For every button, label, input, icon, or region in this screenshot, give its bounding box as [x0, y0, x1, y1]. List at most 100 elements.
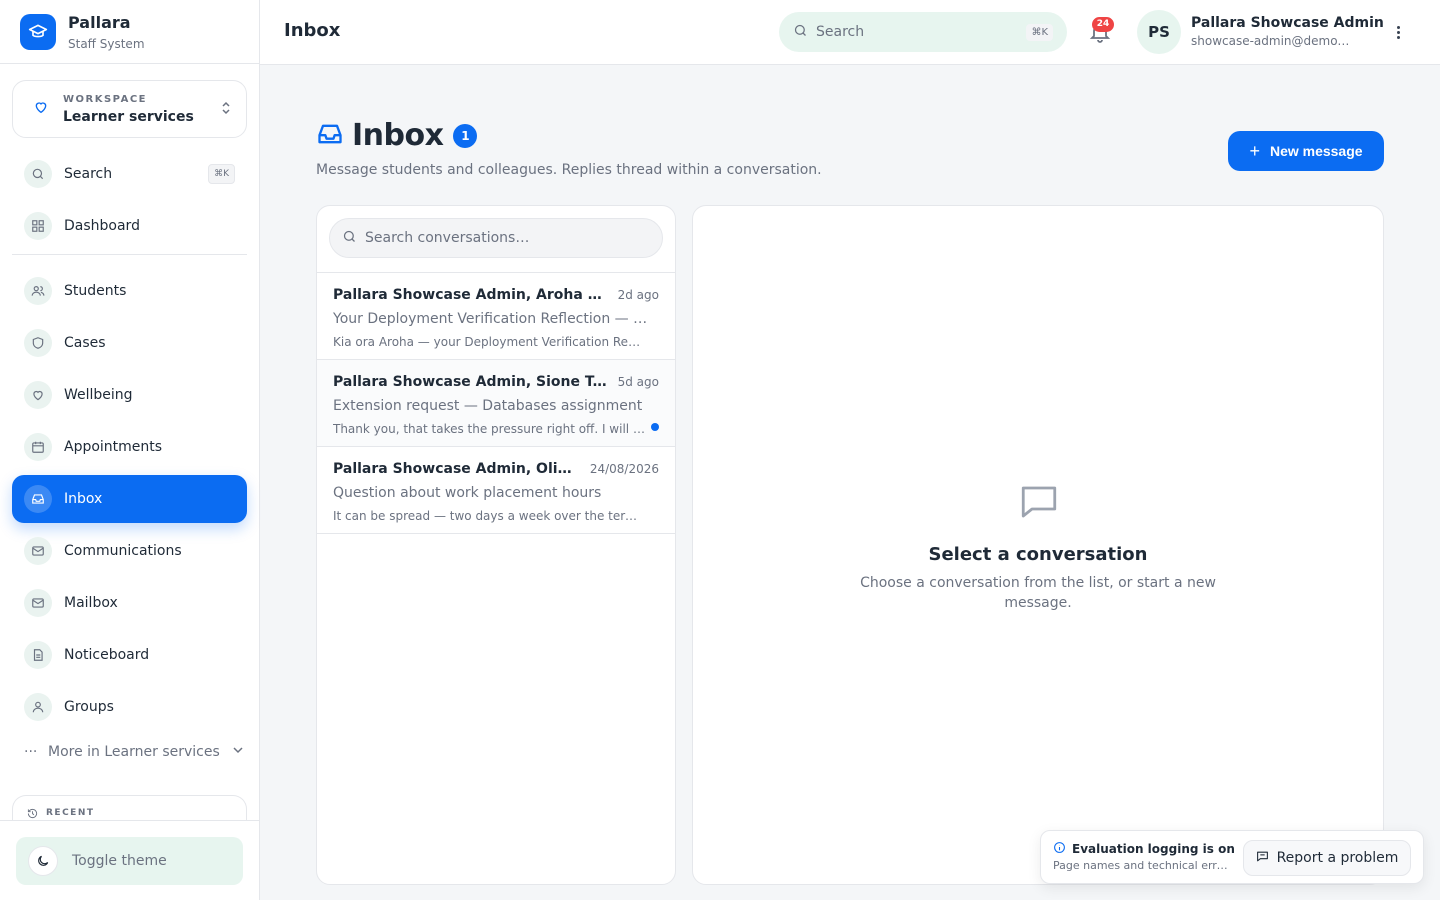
- page-heading-title: Inbox: [352, 118, 444, 153]
- shield-icon: [24, 329, 52, 357]
- page-heading: Inbox 1: [316, 118, 478, 153]
- avatar[interactable]: PS: [1137, 10, 1181, 54]
- workspace-label: WORKSPACE: [63, 93, 148, 105]
- sidebar-item-label: Communications: [64, 543, 182, 559]
- more-in-workspace[interactable]: ··· More in Learner services: [24, 742, 244, 762]
- chevron-down-icon: [232, 744, 244, 760]
- shortcut-badge: ⌘K: [208, 164, 235, 184]
- search-icon: [342, 229, 357, 248]
- toggle-theme-label: Toggle theme: [72, 853, 167, 869]
- unread-count-badge: 1: [453, 123, 478, 148]
- recent-label: RECENT: [46, 808, 95, 818]
- empty-state-subtitle: Choose a conversation from the list, or …: [860, 575, 1216, 611]
- inbox-icon: [24, 485, 52, 513]
- sidebar-item-inbox[interactable]: Inbox: [12, 475, 247, 523]
- more-options-icon[interactable]: [1388, 22, 1408, 42]
- notification-count-badge: 24: [1092, 17, 1114, 32]
- sidebar-item-label: Students: [64, 283, 127, 299]
- users-icon: [24, 277, 52, 305]
- search-icon: [793, 23, 808, 42]
- sidebar-item-label: Dashboard: [64, 218, 140, 234]
- conversation-date: 2d ago: [617, 288, 659, 302]
- mail-icon: [24, 537, 52, 565]
- conversation-row[interactable]: Pallara Showcase Admin, Sione Taufa 5d a…: [317, 360, 675, 447]
- sidebar-item-label: Inbox: [64, 491, 103, 507]
- sidebar-item-search[interactable]: Search ⌘K: [12, 150, 247, 198]
- sidebar-item-groups[interactable]: Groups: [12, 683, 247, 731]
- recent-section: RECENT: [12, 795, 247, 821]
- search-placeholder: Search: [816, 24, 865, 40]
- conversation-date: 24/08/2026: [589, 462, 659, 476]
- global-search[interactable]: Search ⌘K: [779, 12, 1067, 52]
- sidebar-item-communications[interactable]: Communications: [12, 527, 247, 575]
- brand-subtitle: Staff System: [68, 36, 145, 51]
- page-subtitle: Message students and colleagues. Replies…: [316, 162, 822, 178]
- brand-name: Pallara: [68, 12, 131, 32]
- conversation-row[interactable]: Pallara Showcase Admin, Aroha Te Wiata 2…: [317, 273, 675, 360]
- toggle-theme-button[interactable]: Toggle theme: [16, 837, 243, 885]
- workspace-value: Learner services: [63, 108, 194, 125]
- shortcut-badge: ⌘K: [1026, 23, 1053, 41]
- report-problem-label: Report a problem: [1276, 850, 1399, 866]
- sidebar-item-students[interactable]: Students: [12, 267, 247, 315]
- conversation-date: 5d ago: [617, 375, 659, 389]
- sidebar-item-label: Cases: [64, 335, 106, 351]
- brand: Pallara Staff System: [0, 0, 259, 64]
- sidebar-item-label: Noticeboard: [64, 647, 150, 663]
- divider: [12, 254, 247, 255]
- conversation-participants: Pallara Showcase Admin, Sione Taufa: [333, 374, 618, 390]
- sidebar-item-wellbeing[interactable]: Wellbeing: [12, 371, 247, 419]
- conversation-list: Pallara Showcase Admin, Aroha Te Wiata 2…: [317, 272, 675, 534]
- search-icon: [24, 160, 52, 188]
- chevron-up-down-icon: [220, 100, 232, 119]
- sidebar-item-mailbox[interactable]: Mailbox: [12, 579, 247, 627]
- report-problem-button[interactable]: Report a problem: [1243, 840, 1411, 876]
- conversation-participants: Pallara Showcase Admin, Aroha Te Wiata: [333, 287, 618, 303]
- conversation-list-panel: Pallara Showcase Admin, Aroha Te Wiata 2…: [316, 205, 676, 885]
- user-name: Pallara Showcase Admin: [1191, 15, 1384, 31]
- new-message-button[interactable]: + New message: [1228, 131, 1384, 171]
- conversation-search[interactable]: [329, 218, 663, 258]
- document-icon: [24, 641, 52, 669]
- message-square-icon: [1256, 850, 1269, 867]
- conversation-row[interactable]: Pallara Showcase Admin, Olivia Thompson …: [317, 447, 675, 534]
- conversation-subject: Extension request — Databases assignment: [333, 398, 643, 414]
- inbox-icon: [316, 120, 344, 152]
- new-message-label: New message: [1269, 143, 1363, 159]
- grid-icon: [24, 212, 52, 240]
- sidebar-item-cases[interactable]: Cases: [12, 319, 247, 367]
- conversation-detail-panel: Select a conversation Choose a conversat…: [692, 205, 1384, 885]
- ellipsis-icon: ···: [24, 744, 38, 760]
- notice-title: Evaluation logging is on: [1072, 842, 1235, 856]
- conversation-subject: Your Deployment Verification Reflection …: [333, 311, 659, 327]
- moon-icon: [28, 846, 58, 876]
- sidebar: Pallara Staff System WORKSPACE Learner s…: [0, 0, 260, 900]
- sidebar-nav: Search ⌘K Dashboard Students Cases Wellb…: [12, 150, 247, 735]
- workspace-switcher[interactable]: WORKSPACE Learner services: [12, 80, 247, 138]
- mail-icon: [24, 589, 52, 617]
- sidebar-item-label: Groups: [64, 699, 114, 715]
- sidebar-item-label: Appointments: [64, 439, 163, 455]
- sidebar-item-noticeboard[interactable]: Noticeboard: [12, 631, 247, 679]
- sidebar-item-dashboard[interactable]: Dashboard: [12, 202, 247, 250]
- graduation-cap-icon: [20, 13, 56, 50]
- page-title: Inbox: [284, 20, 341, 41]
- chat-bubble-icon: [1018, 481, 1060, 527]
- conversation-search-input[interactable]: [365, 230, 635, 246]
- empty-state-title: Select a conversation: [928, 544, 1148, 565]
- notice-subtitle: Page names and technical errors are logg…: [1053, 859, 1229, 872]
- user-email: showcase-admin@demo.pallara: [1191, 34, 1351, 48]
- sidebar-item-appointments[interactable]: Appointments: [12, 423, 247, 471]
- heart-icon: [33, 99, 49, 119]
- user-icon: [24, 693, 52, 721]
- heart-icon: [24, 381, 52, 409]
- conversation-preview: It can be spread — two days a week over …: [333, 509, 659, 523]
- calendar-icon: [24, 433, 52, 461]
- topbar: Inbox Search ⌘K 24 PS Pallara Showcase A…: [260, 0, 1440, 65]
- conversation-preview: Thank you, that takes the pressure right…: [333, 422, 659, 436]
- unread-indicator: [651, 423, 659, 431]
- evaluation-logging-notice: Evaluation logging is on Page names and …: [1040, 830, 1424, 884]
- sidebar-footer: Toggle theme: [0, 820, 259, 900]
- conversation-preview: Kia ora Aroha — your Deployment Verifica…: [333, 335, 659, 349]
- conversation-subject: Question about work placement hours: [333, 485, 602, 501]
